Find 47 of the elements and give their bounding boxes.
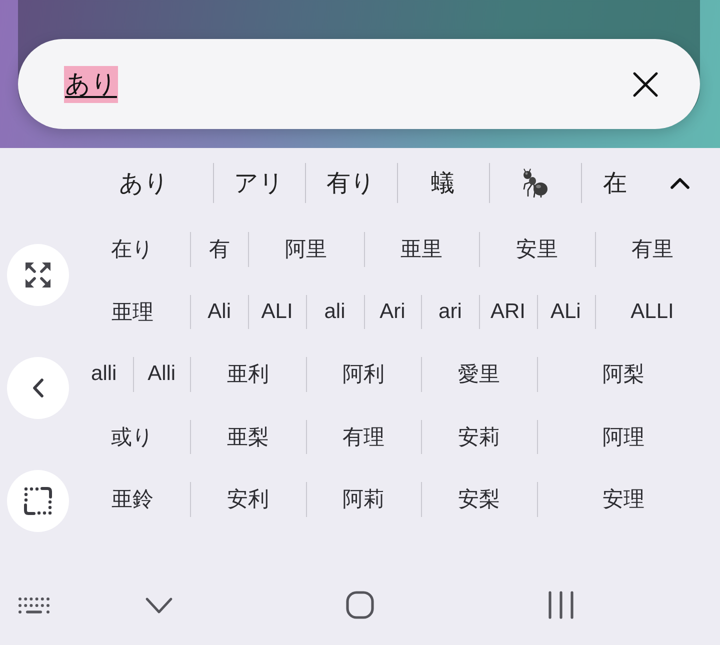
- home-icon: [346, 591, 374, 619]
- candidate-button[interactable]: 亜理: [75, 280, 190, 343]
- candidate-button[interactable]: ALI: [248, 280, 306, 343]
- candidate-button[interactable]: 阿梨: [536, 343, 710, 406]
- search-field[interactable]: あり: [18, 39, 700, 129]
- candidate-button[interactable]: 安利: [190, 468, 306, 530]
- candidate-button[interactable]: 亜鈴: [75, 468, 190, 530]
- candidate-button[interactable]: 有: [190, 218, 248, 280]
- candidate-button[interactable]: 愛里: [421, 343, 537, 406]
- candidate-button[interactable]: 在り: [75, 218, 190, 280]
- candidate-button[interactable]: 安莉: [421, 406, 537, 468]
- candidate-button[interactable]: ari: [421, 280, 480, 343]
- recents-icon: [548, 591, 574, 619]
- candidate-button[interactable]: ARI: [479, 280, 537, 343]
- composing-text: あり: [64, 66, 118, 102]
- ant-icon: [522, 168, 548, 198]
- candidate-button[interactable]: 安里: [479, 218, 595, 280]
- chevron-down-icon: [145, 596, 173, 614]
- candidate-button[interactable]: あり: [75, 163, 213, 203]
- candidate-button[interactable]: 有り: [305, 163, 397, 203]
- candidate-button[interactable]: 阿莉: [306, 468, 422, 530]
- candidate-button[interactable]: ALLI: [594, 280, 710, 343]
- candidate-button[interactable]: 阿理: [536, 406, 710, 468]
- candidate-button[interactable]: Ari: [364, 280, 422, 343]
- candidate-button[interactable]: Alli: [132, 343, 190, 406]
- expand-icon: [24, 261, 52, 289]
- dashed-square-icon: [23, 486, 53, 516]
- candidate-button[interactable]: 在: [581, 163, 649, 203]
- candidate-button[interactable]: Ali: [190, 280, 248, 343]
- candidate-button[interactable]: 蟻: [397, 163, 489, 203]
- candidate-button[interactable]: 阿里: [248, 218, 364, 280]
- candidate-button[interactable]: alli: [75, 343, 133, 406]
- keyboard-icon: [18, 596, 50, 614]
- candidate-button[interactable]: 亜里: [364, 218, 480, 280]
- chevron-left-icon: [32, 378, 44, 398]
- candidate-button[interactable]: 有理: [306, 406, 422, 468]
- candidate-button[interactable]: 或り: [75, 406, 190, 468]
- candidate-button[interactable]: 阿利: [306, 343, 422, 406]
- candidate-button[interactable]: アリ: [213, 163, 305, 203]
- candidate-button[interactable]: ALi: [536, 280, 595, 343]
- candidate-button[interactable]: 有里: [594, 218, 710, 280]
- close-icon: [632, 72, 658, 96]
- candidate-button[interactable]: 安梨: [421, 468, 537, 530]
- candidate-button[interactable]: 亜梨: [190, 406, 306, 468]
- candidate-button[interactable]: ali: [306, 280, 364, 343]
- candidate-button[interactable]: 安理: [536, 468, 710, 530]
- candidate-button[interactable]: 亜利: [190, 343, 306, 406]
